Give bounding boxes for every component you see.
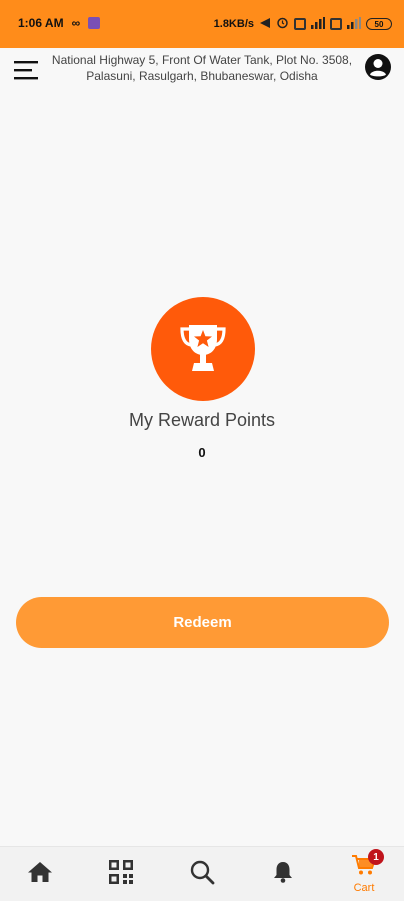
battery-level: 50 [374, 19, 384, 29]
status-time: 1:06 AM [18, 16, 64, 30]
status-bar: 1:06 AM ∞ 1.8KB/s 50 [0, 0, 404, 48]
reward-points-title: My Reward Points [128, 410, 276, 430]
qr-scan-icon [108, 859, 134, 890]
network-speed: 1.8KB/s [213, 18, 254, 30]
status-right: 1.8KB/s 50 [214, 16, 392, 32]
nav-home[interactable] [10, 847, 70, 901]
status-left: 1:06 AM ∞ [18, 16, 101, 30]
hd-icon-2 [330, 18, 342, 30]
hd-icon [294, 18, 306, 30]
battery-icon: 50 [366, 18, 392, 30]
home-icon [27, 860, 53, 889]
hamburger-menu-icon[interactable] [14, 58, 40, 82]
account-circle-icon[interactable] [364, 53, 392, 81]
nav-scan[interactable] [91, 847, 151, 901]
cart-count-badge: 1 [368, 849, 384, 865]
nav-search[interactable] [172, 847, 232, 901]
infinity-icon: ∞ [71, 16, 81, 30]
wifi-icon [259, 17, 271, 32]
reward-points-value: 0 [198, 445, 206, 460]
search-icon [189, 859, 215, 890]
nav-cart[interactable]: Cart 1 [334, 847, 394, 901]
nav-notifications[interactable] [253, 847, 313, 901]
bell-icon [272, 860, 294, 889]
signal-icon-2 [347, 16, 361, 32]
trophy-badge [151, 297, 255, 401]
header: National Highway 5, Front Of Water Tank,… [0, 48, 404, 92]
alarm-icon [276, 16, 289, 32]
cart-label: Cart [353, 882, 375, 894]
app-notification-icon [88, 17, 101, 29]
bottom-navigation: Cart 1 [0, 846, 404, 901]
redeem-button[interactable]: Redeem [16, 597, 389, 648]
trophy-icon [173, 317, 233, 382]
signal-icon-1 [311, 16, 325, 32]
delivery-address[interactable]: National Highway 5, Front Of Water Tank,… [50, 52, 354, 84]
